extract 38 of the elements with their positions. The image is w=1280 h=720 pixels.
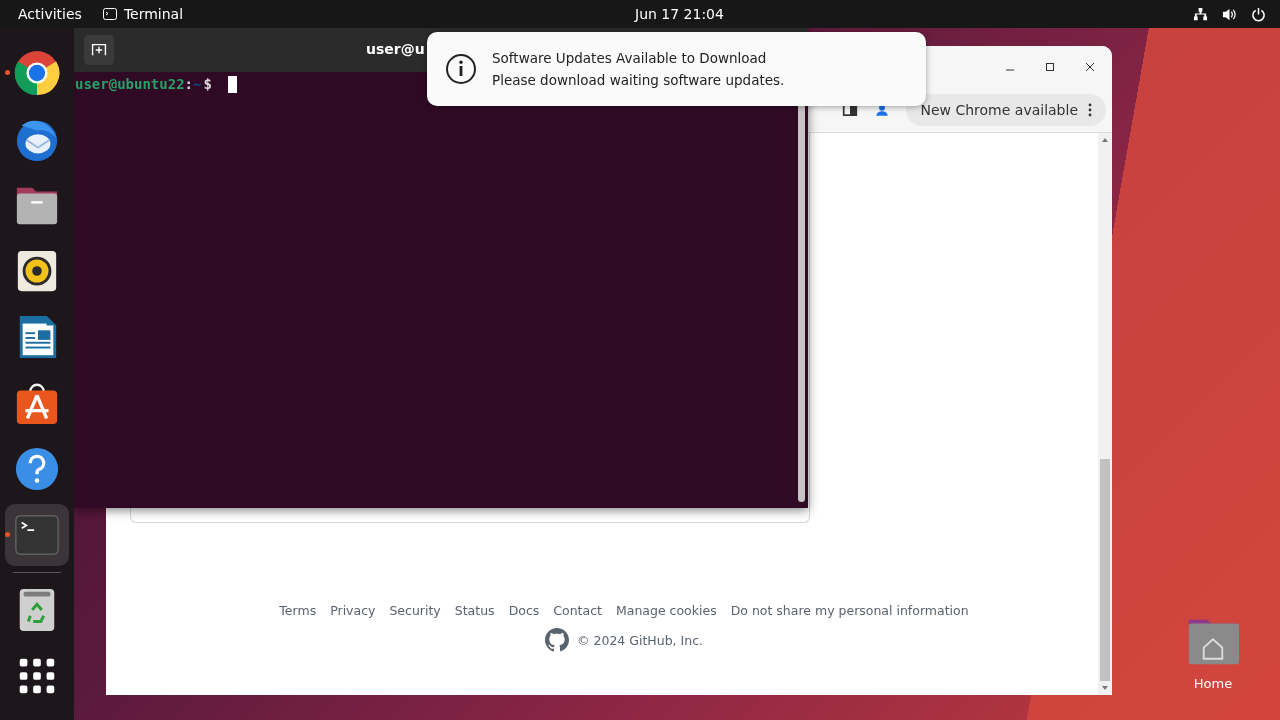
clock[interactable]: Jun 17 21:04 [635, 6, 724, 22]
footer-link[interactable]: Status [454, 603, 495, 618]
volume-icon[interactable] [1222, 6, 1237, 22]
footer-link[interactable]: Contact [553, 603, 602, 618]
octocat-icon[interactable] [545, 628, 569, 652]
text-cursor [228, 76, 237, 93]
desktop-icon-label[interactable]: Home [1193, 676, 1233, 691]
running-indicator [5, 70, 10, 75]
window-title: user@u [366, 41, 425, 57]
network-icon[interactable] [1193, 6, 1208, 22]
app-menu[interactable]: Terminal [101, 6, 184, 22]
new-tab-button[interactable] [84, 35, 114, 65]
kebab-menu-icon [1088, 103, 1092, 117]
notification-title: Software Updates Available to Download [492, 50, 768, 66]
footer-link[interactable]: Terms [279, 603, 317, 618]
scrollbar[interactable] [1098, 133, 1112, 695]
footer-link[interactable]: Do not share my personal information [730, 603, 969, 618]
scroll-down-icon[interactable] [1101, 685, 1109, 691]
notification-body: Please download waiting software updates. [492, 72, 785, 88]
footer-link[interactable]: Docs [508, 603, 540, 618]
terminal-icon [101, 6, 118, 22]
power-icon[interactable] [1251, 6, 1266, 22]
notification-toast[interactable]: Software Updates Available to Download Please download waiting software updates. [427, 32, 926, 106]
activities-button[interactable]: Activities [18, 6, 82, 22]
help-icon [14, 446, 60, 492]
terminal-icon [14, 512, 60, 558]
footer-link[interactable]: Security [389, 603, 441, 618]
update-button[interactable]: New Chrome available [906, 94, 1106, 126]
close-button[interactable] [1084, 61, 1096, 73]
terminal-prompt: user@ubuntu22:~$ [75, 76, 212, 92]
footer-link[interactable]: Privacy [330, 603, 376, 618]
scroll-up-icon[interactable] [1101, 137, 1109, 143]
footer-link[interactable]: Manage cookies [615, 603, 717, 618]
running-indicator [5, 532, 10, 537]
info-icon [445, 53, 477, 85]
browser-icon [14, 50, 60, 96]
copyright-text: © 2024 GitHub, Inc. [577, 632, 703, 648]
maximize-button[interactable] [1044, 61, 1056, 73]
